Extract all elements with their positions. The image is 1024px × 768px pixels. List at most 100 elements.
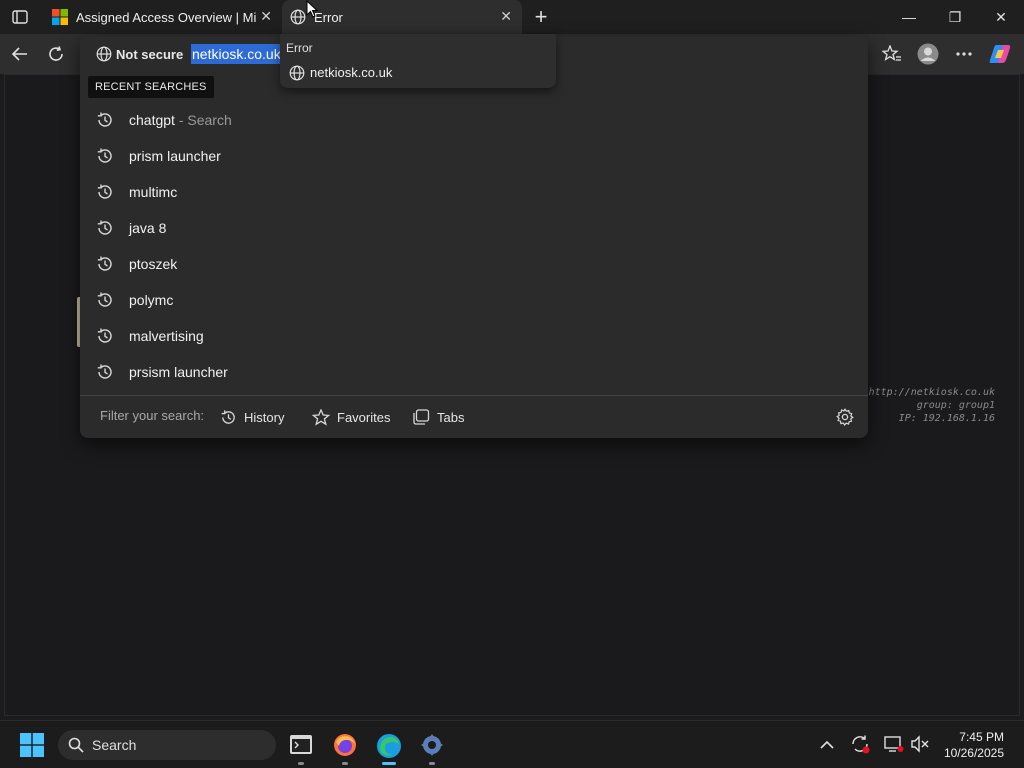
more-dots-icon <box>956 52 972 56</box>
globe-icon <box>290 9 306 25</box>
history-icon <box>97 148 112 163</box>
suggestion-text: prism launcher <box>129 148 221 164</box>
clock[interactable]: 7:45 PM 10/26/2025 <box>944 729 1004 761</box>
app-running-indicator <box>298 762 304 765</box>
suggestion-suffix: - Search <box>174 112 232 128</box>
settings-gear-icon <box>421 734 443 756</box>
minimize-button[interactable]: — <box>886 0 932 34</box>
monitor-network-icon <box>884 736 904 752</box>
gear-icon <box>836 408 854 427</box>
kiosk-group: group: group1 <box>916 400 995 411</box>
divider <box>80 395 868 396</box>
filter-history-label: History <box>244 409 285 425</box>
suggestion-item[interactable]: polymc <box>80 282 868 318</box>
hover-card-url: netkiosk.co.uk <box>310 65 393 80</box>
recent-searches-label: RECENT SEARCHES <box>88 76 214 98</box>
taskbar-search[interactable]: Search <box>58 730 276 760</box>
volume-tray-icon[interactable] <box>910 734 930 759</box>
volume-muted-icon <box>911 735 929 753</box>
windows-logo-icon <box>20 733 44 757</box>
firefox-icon <box>334 734 356 756</box>
taskbar-firefox-app[interactable] <box>333 733 357 757</box>
address-input[interactable]: netkiosk.co.uk <box>191 44 282 64</box>
history-icon <box>97 364 112 379</box>
suggestion-text: malvertising <box>129 328 204 344</box>
suggestion-item[interactable]: multimc <box>80 174 868 210</box>
suggestion-item[interactable]: prsism launcher <box>80 354 868 390</box>
sync-tray-icon[interactable] <box>850 734 870 759</box>
suggestion-item[interactable]: malvertising <box>80 318 868 354</box>
history-icon <box>97 292 112 307</box>
app-running-indicator <box>342 762 348 765</box>
mouse-cursor-icon <box>306 0 318 18</box>
suggestion-item[interactable]: chatgpt - Search <box>80 102 868 138</box>
history-icon <box>97 184 112 199</box>
tab-strip: Assigned Access Overview | Micro ✕ Error… <box>0 0 1024 34</box>
back-button[interactable] <box>8 42 32 66</box>
suggestion-text: polymc <box>129 292 174 308</box>
back-arrow-icon <box>11 47 27 61</box>
suggestion-text: multimc <box>129 184 178 200</box>
site-info-button[interactable]: Not secure <box>96 44 183 64</box>
star-list-icon <box>882 45 901 61</box>
tab-close-button[interactable]: ✕ <box>500 8 512 25</box>
app-active-indicator <box>382 762 396 765</box>
network-tray-icon[interactable] <box>884 734 904 759</box>
app-running-indicator <box>429 762 435 765</box>
tab-error[interactable]: Error ✕ <box>282 0 522 34</box>
favorites-button[interactable] <box>880 42 904 66</box>
taskbar-terminal-app[interactable] <box>289 733 313 757</box>
suggestion-text: java 8 <box>129 220 167 236</box>
show-hidden-icons-button[interactable] <box>820 737 834 755</box>
filter-favorites-button[interactable]: Favorites <box>312 404 390 430</box>
kiosk-info: http://netkiosk.co.uk group: group1 IP: … <box>869 386 995 425</box>
history-icon <box>97 256 112 271</box>
new-tab-button[interactable]: + <box>530 4 552 30</box>
star-icon <box>312 408 330 426</box>
filter-history-button[interactable]: History <box>220 404 284 430</box>
suggestion-text: ptoszek <box>129 256 178 272</box>
globe-icon <box>96 46 112 62</box>
clock-date: 10/26/2025 <box>943 746 1004 760</box>
microsoft-logo-icon <box>52 9 68 25</box>
search-icon <box>68 737 84 753</box>
history-icon <box>97 328 112 343</box>
edge-icon <box>377 734 401 758</box>
search-settings-button[interactable] <box>836 408 854 431</box>
taskbar-edge-app[interactable] <box>376 733 401 758</box>
tab-title: Assigned Access Overview | Micro <box>76 9 256 25</box>
taskbar-settings-app[interactable] <box>420 733 444 757</box>
tab-title: Error <box>314 9 343 25</box>
chevron-up-icon <box>820 740 834 749</box>
copilot-button[interactable] <box>988 42 1012 66</box>
history-icon <box>97 112 112 127</box>
taskbar-search-label: Search <box>92 737 137 753</box>
refresh-button[interactable] <box>44 42 68 66</box>
tab-actions-button[interactable] <box>8 6 32 28</box>
globe-icon <box>289 65 305 81</box>
history-icon <box>221 409 235 424</box>
close-window-button[interactable]: ✕ <box>978 0 1024 34</box>
tab-close-button[interactable]: ✕ <box>260 8 272 25</box>
suggestion-item[interactable]: ptoszek <box>80 246 868 282</box>
settings-more-button[interactable] <box>952 42 976 66</box>
tabs-icon <box>413 409 430 425</box>
not-secure-label: Not secure <box>116 46 184 62</box>
address-dropdown: Not secure netkiosk.co.uk RECENT SEARCHE… <box>80 36 868 438</box>
suggestion-item[interactable]: prism launcher <box>80 138 868 174</box>
start-button[interactable] <box>20 733 44 762</box>
refresh-icon <box>49 46 63 61</box>
suggestion-text: prsism launcher <box>129 364 228 380</box>
restore-button[interactable]: ❐ <box>932 0 978 34</box>
suggestion-text: chatgpt <box>129 112 175 128</box>
kiosk-ip: IP: 192.168.1.16 <box>898 413 995 424</box>
suggestion-item[interactable]: java 8 <box>80 210 868 246</box>
hover-card-title: Error <box>286 41 313 55</box>
tab-assigned-access[interactable]: Assigned Access Overview | Micro ✕ <box>44 0 282 34</box>
copilot-icon <box>989 45 1011 63</box>
tab-hover-card: Error netkiosk.co.uk <box>280 34 556 88</box>
profile-button[interactable] <box>916 42 940 66</box>
avatar-icon <box>917 43 939 65</box>
terminal-app-icon <box>290 735 312 754</box>
filter-tabs-button[interactable]: Tabs <box>413 404 464 430</box>
